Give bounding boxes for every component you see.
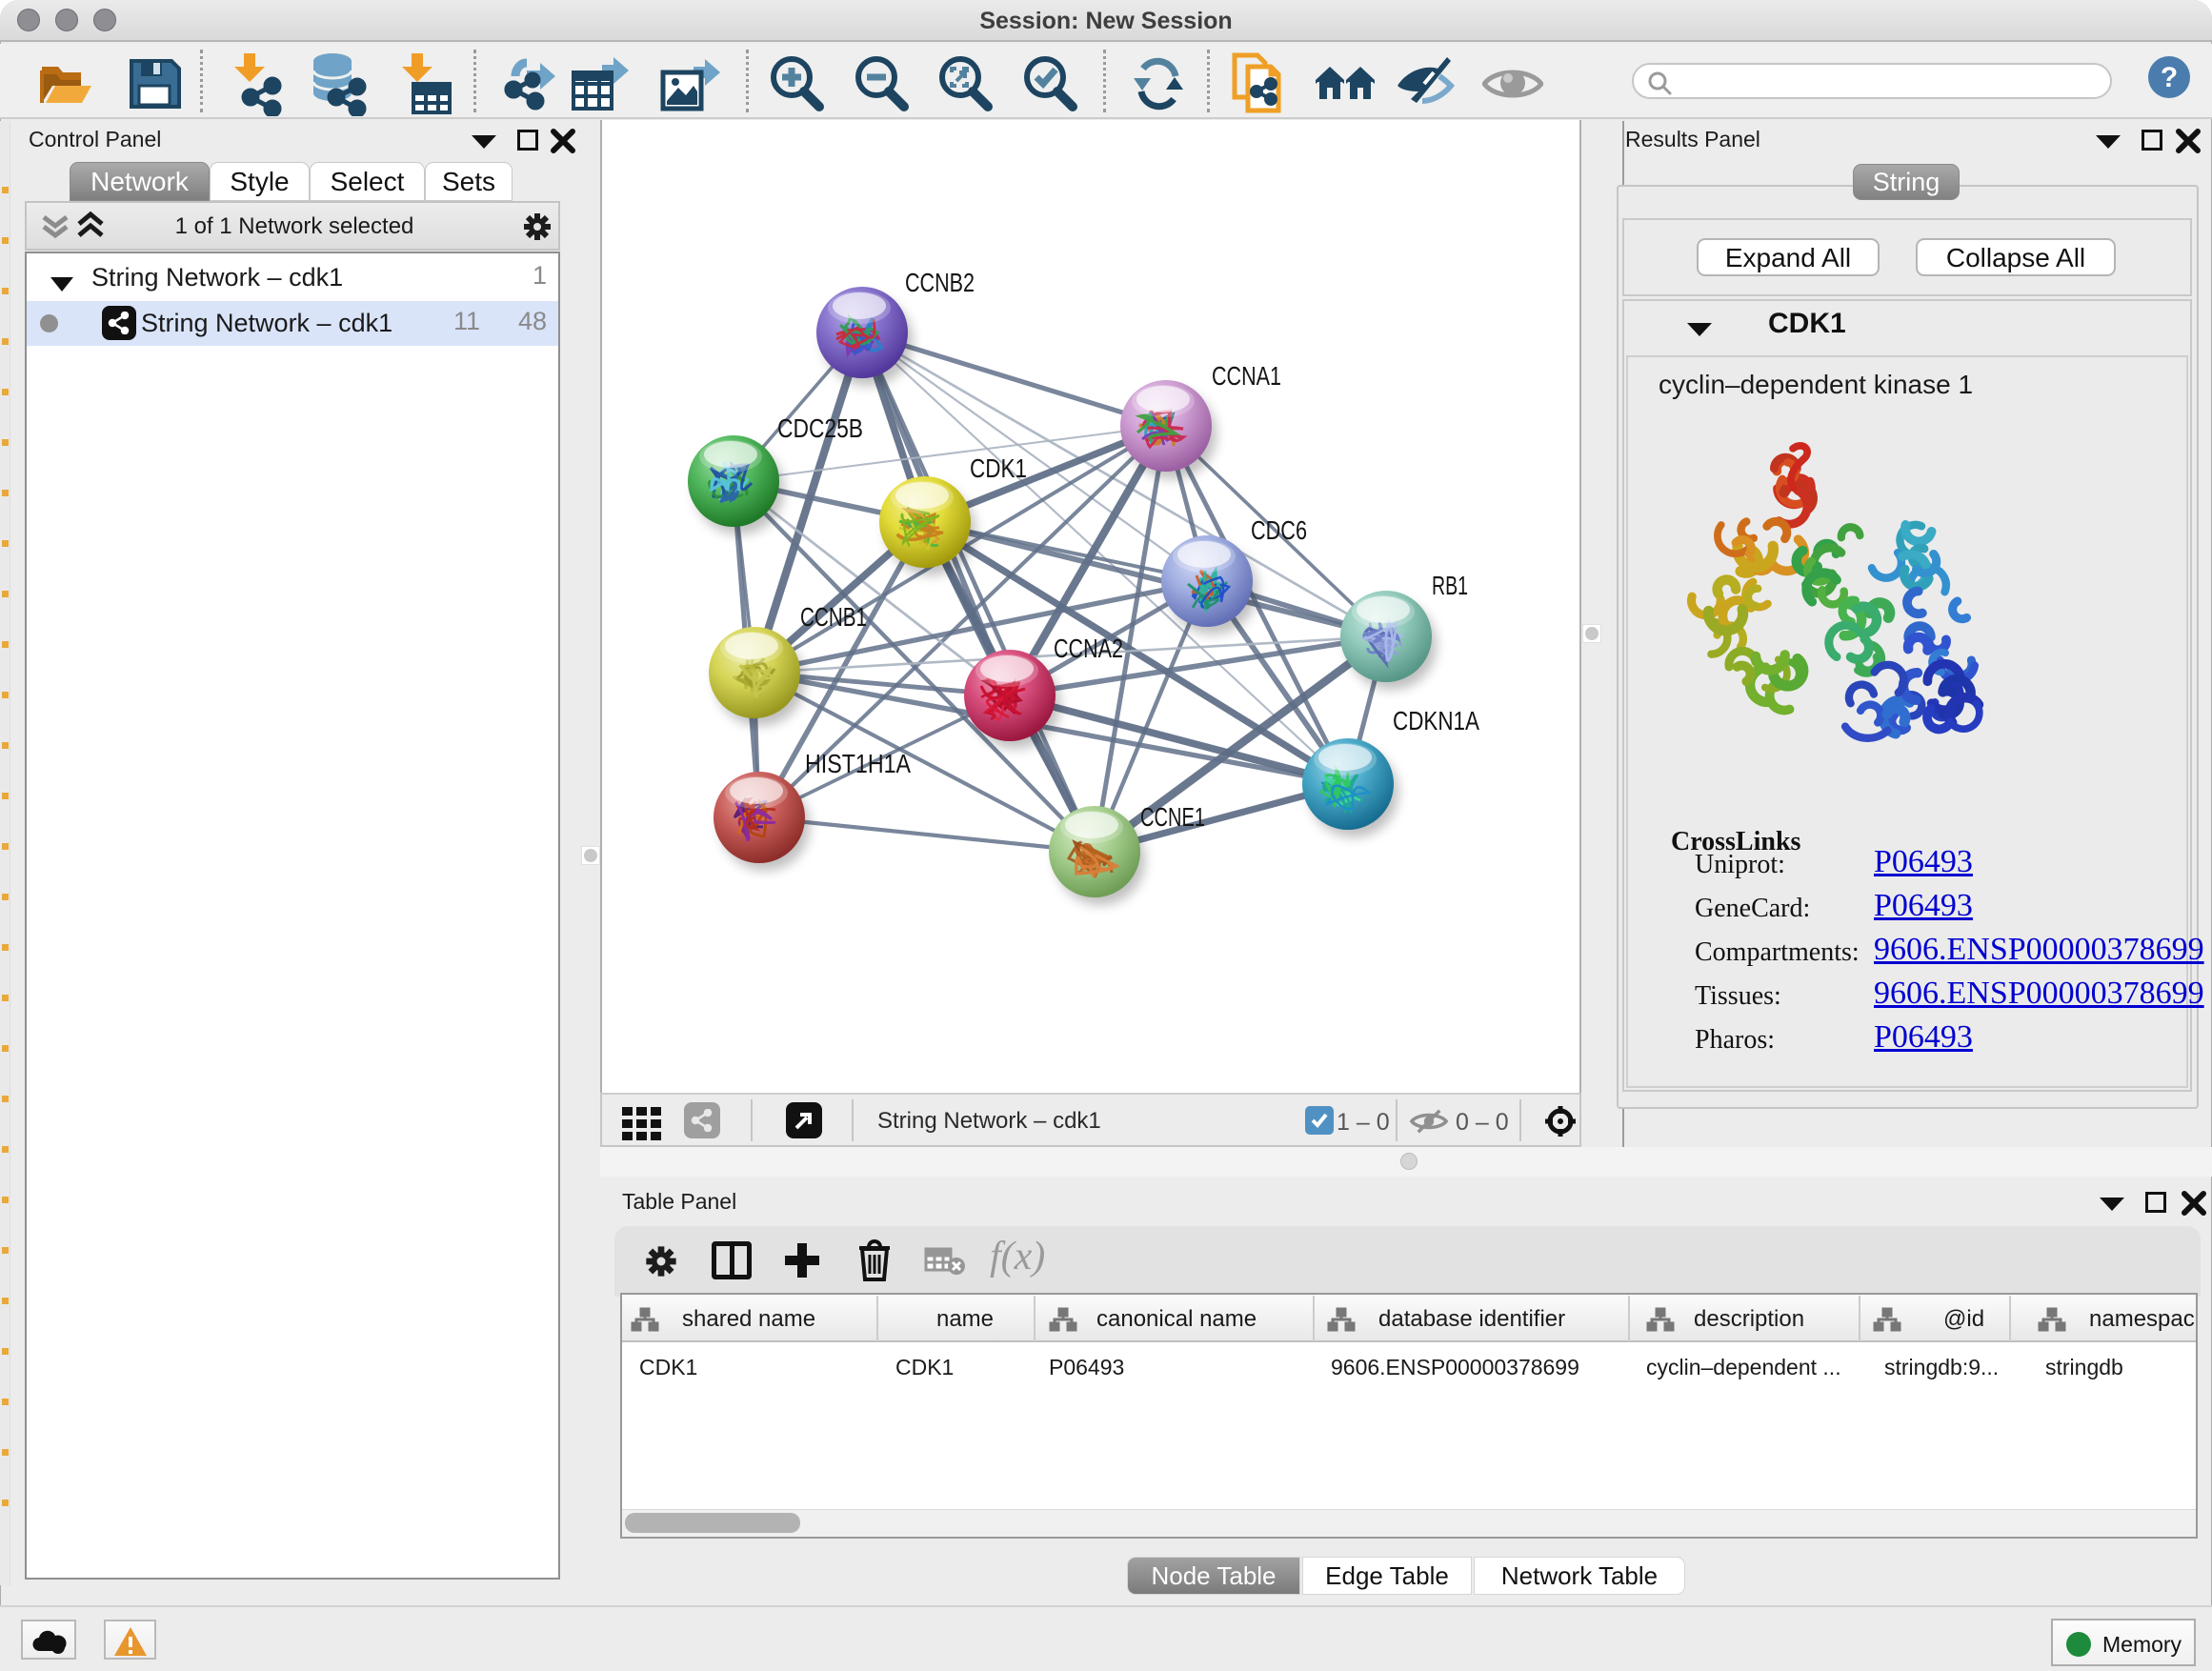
svg-text:CCNA1: CCNA1 (1212, 361, 1281, 391)
svg-text:CDKN1A: CDKN1A (1393, 706, 1479, 735)
svg-text:CDC6: CDC6 (1251, 515, 1307, 545)
svg-text:CCNB1: CCNB1 (800, 602, 867, 632)
svg-text:CCNA2: CCNA2 (1054, 634, 1123, 663)
svg-text:CCNB2: CCNB2 (905, 268, 975, 297)
svg-text:HIST1H1A: HIST1H1A (805, 749, 911, 778)
svg-text:CCNE1: CCNE1 (1140, 802, 1205, 832)
svg-text:?: ? (2161, 62, 2178, 93)
svg-text:CDC25B: CDC25B (777, 413, 863, 443)
svg-text:RB1: RB1 (1432, 571, 1468, 600)
svg-text:CDK1: CDK1 (970, 453, 1027, 483)
